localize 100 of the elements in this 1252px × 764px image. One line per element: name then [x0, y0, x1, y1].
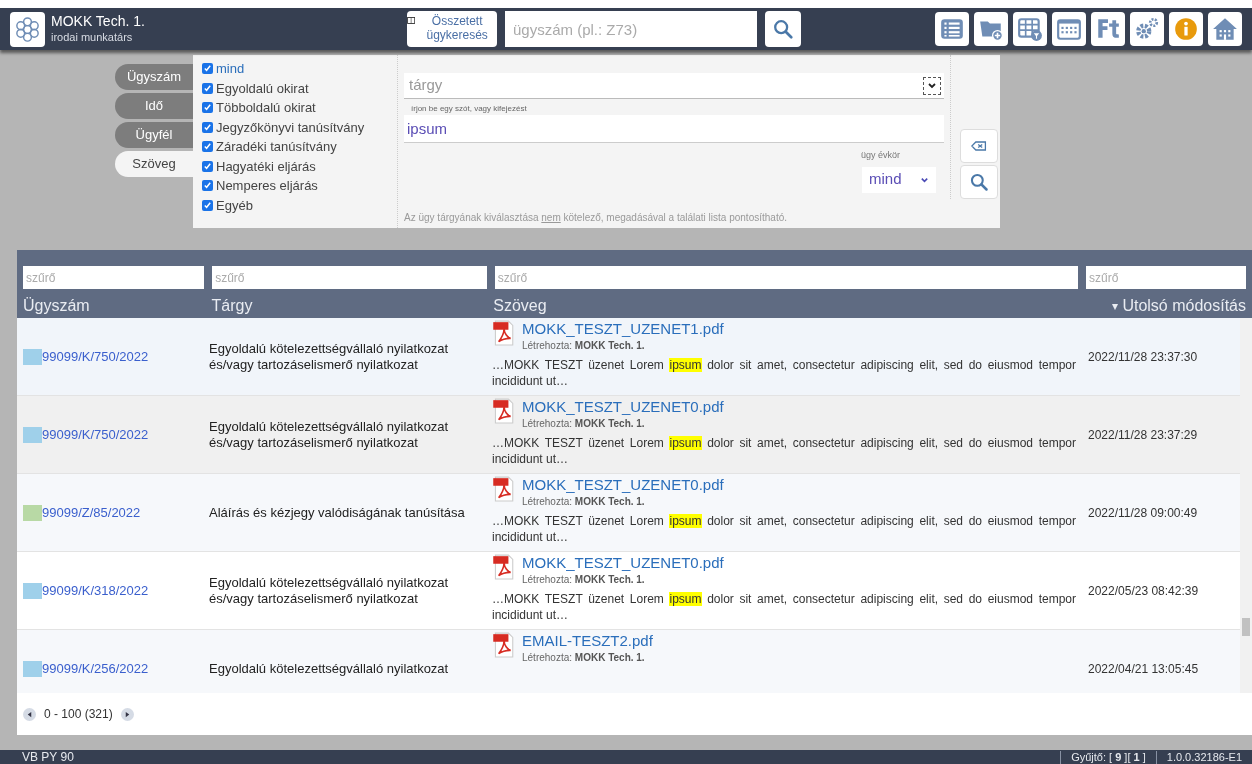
file-link[interactable]: MOKK_TESZT_UZENET0.pdf — [522, 476, 724, 494]
house-icon — [1212, 16, 1238, 42]
checkbox[interactable] — [202, 82, 213, 94]
table-row[interactable] — [17, 552, 1240, 630]
checkbox[interactable] — [202, 141, 213, 153]
file-link[interactable]: MOKK_TESZT_UZENET1.pdf — [522, 320, 724, 338]
search-button[interactable] — [959, 165, 998, 199]
list-icon — [939, 16, 965, 42]
new-folder-button[interactable] — [974, 12, 1008, 46]
checkbox[interactable] — [202, 63, 213, 75]
search-icon — [968, 172, 989, 192]
info-icon — [1173, 16, 1199, 42]
pdf-file-icon — [492, 476, 514, 502]
field-hint: írjon be egy szót, vagy kifejezést — [410, 103, 528, 115]
filter-field[interactable]: szűrő — [23, 266, 205, 289]
search-tab[interactable]: Ügyszám — [115, 64, 193, 90]
next-page-icon — [123, 710, 131, 718]
created-by-text: Létrehozta: MOKK Tech. 1. — [522, 573, 646, 587]
case-number-link[interactable]: 99099/K/750/2022 — [42, 346, 149, 367]
filter-field[interactable]: szűrő — [494, 266, 1078, 289]
calendar-icon — [1056, 16, 1082, 42]
date-text: 2022/04/21 13:05:45 — [1087, 660, 1199, 678]
checkbox[interactable] — [202, 180, 213, 192]
filter-field[interactable]: szűrő — [1086, 266, 1246, 289]
user-name: MOKK Tech. 1. — [51, 13, 146, 31]
backspace-icon — [970, 140, 987, 152]
date-text: 2022/11/28 09:00:49 — [1087, 504, 1198, 522]
calendar-button[interactable] — [1052, 12, 1086, 46]
pdf-file-icon — [492, 398, 514, 424]
text-snippet: …MOKK TESZT üzenet Lorem ipsum dolor sit amet, consectetur adipiscing elit, sed do eiusmod tempor incididunt ut… — [492, 357, 1076, 389]
settings-icon — [1134, 16, 1160, 42]
year-select[interactable]: mind — [862, 166, 936, 193]
subject-text: Egyoldalú kötelezettségvállaló nyilatkozat — [209, 660, 450, 677]
page-range-text: 0 - 100 (321) — [44, 706, 113, 723]
created-by-text: Létrehozta: MOKK Tech. 1. — [522, 339, 646, 353]
table-row[interactable]: 99099/K/256/2022 Egyoldalú kötelezettségvállaló nyilatkozat EMAIL-TESZT2.pdf Létrehozta: MOKK Tech. 1. 2022/04/21 13:05:45 — [17, 630, 1240, 693]
checkbox-label: Egyéb — [216, 196, 253, 215]
next-page-button[interactable] — [120, 707, 134, 721]
year-label: ügy évkör — [860, 149, 901, 162]
case-number-link[interactable]: 99099/K/256/2022 — [42, 658, 149, 679]
checkbox[interactable] — [202, 160, 213, 172]
search-icon — [772, 18, 794, 40]
book-icon — [407, 15, 416, 26]
pdf-file-icon — [492, 320, 514, 346]
table-row[interactable] — [17, 474, 1240, 552]
info-button[interactable] — [1169, 12, 1203, 46]
collector-text: Gyűjtő: [ 9 ][ 1 ] — [1060, 751, 1157, 764]
checkbox-label: mind — [216, 60, 245, 78]
file-link[interactable]: MOKK_TESZT_UZENET0.pdf — [522, 554, 724, 572]
date-text: 2022/11/28 23:37:29 — [1087, 426, 1198, 444]
search-tab[interactable]: Szöveg — [115, 151, 193, 177]
list-button[interactable] — [935, 12, 969, 46]
checkbox-label: Nemperes eljárás — [216, 177, 318, 195]
clear-button[interactable] — [959, 129, 998, 163]
text-snippet: …MOKK TESZT üzenet Lorem ipsum dolor sit amet, consectetur adipiscing elit, sed do eiusmod tempor incididunt ut… — [492, 591, 1076, 623]
search-button[interactable] — [765, 11, 801, 47]
column-header[interactable]: ▾ Utolsó módosítás — [1082, 295, 1246, 317]
file-link[interactable]: EMAIL-TESZT2.pdf — [522, 632, 653, 650]
text-snippet: …MOKK TESZT üzenet Lorem ipsum dolor sit amet, consectetur adipiscing elit, sed do eiusmod tempor incididunt ut… — [492, 435, 1076, 467]
column-header[interactable]: Tárgy — [211, 295, 486, 317]
subject-text: Egyoldalú kötelezettségvállaló nyilatkozat és/vagy tartozáselismerő nyilatkozat — [209, 574, 450, 607]
date-text: 2022/05/23 08:42:39 — [1087, 582, 1199, 600]
complex-search-button[interactable]: Összetett ügykeresés — [407, 11, 497, 47]
subject-text: Egyoldalú kötelezettségvállaló nyilatkozat és/vagy tartozáselismerő nyilatkozat — [209, 418, 450, 451]
search-tab[interactable]: Ügyfél — [115, 122, 193, 148]
created-by-text: Létrehozta: MOKK Tech. 1. — [522, 495, 646, 509]
case-number-search-field[interactable]: ügyszám (pl.: Z73) — [505, 11, 757, 47]
user-role: irodai munkatárs — [51, 30, 134, 45]
filter-field[interactable]: szűrő — [212, 266, 487, 289]
case-number-link[interactable]: 99099/K/750/2022 — [42, 424, 149, 445]
subject-dropdown[interactable]: tárgy — [404, 73, 944, 99]
previous-page-button[interactable] — [23, 707, 36, 721]
created-by-text: Létrehozta: MOKK Tech. 1. — [522, 651, 646, 665]
table-row[interactable] — [17, 318, 1240, 396]
home-button[interactable] — [1208, 12, 1242, 46]
checkbox[interactable] — [202, 121, 213, 133]
hint-text: Az ügy tárgyának kiválasztása nem kötelező, megadásával a találati lista pontosítható. — [403, 211, 788, 225]
created-by-text: Létrehozta: MOKK Tech. 1. — [522, 417, 646, 431]
pdf-file-icon — [492, 632, 514, 658]
chevron-down-icon — [920, 175, 929, 184]
case-number-link[interactable]: 99099/Z/85/2022 — [42, 502, 141, 523]
column-header[interactable]: Ügyszám — [23, 295, 204, 317]
currency-button[interactable] — [1091, 12, 1125, 46]
case-number-link[interactable]: 99099/K/318/2022 — [42, 580, 149, 601]
date-text: 2022/11/28 23:37:30 — [1087, 348, 1198, 366]
settings-button[interactable] — [1130, 12, 1164, 46]
version-text: 1.0.0.32186-E1 — [1165, 751, 1243, 764]
subject-text: Aláírás és kézjegy valódiságának tanúsítása — [209, 504, 466, 521]
table-row[interactable] — [17, 396, 1240, 474]
table-filter-button[interactable] — [1013, 12, 1047, 46]
chevron-down-icon — [927, 80, 937, 91]
checkbox[interactable] — [202, 102, 213, 114]
dropdown-button[interactable] — [923, 76, 941, 95]
table-filter-icon — [1017, 16, 1043, 42]
scrollbar[interactable] — [1240, 318, 1252, 693]
text-search-field[interactable]: ipsum — [404, 115, 944, 143]
search-tab[interactable]: Idő — [115, 93, 193, 119]
file-link[interactable]: MOKK_TESZT_UZENET0.pdf — [522, 398, 724, 416]
column-header[interactable]: Szöveg — [493, 295, 1075, 317]
checkbox[interactable] — [202, 199, 213, 211]
